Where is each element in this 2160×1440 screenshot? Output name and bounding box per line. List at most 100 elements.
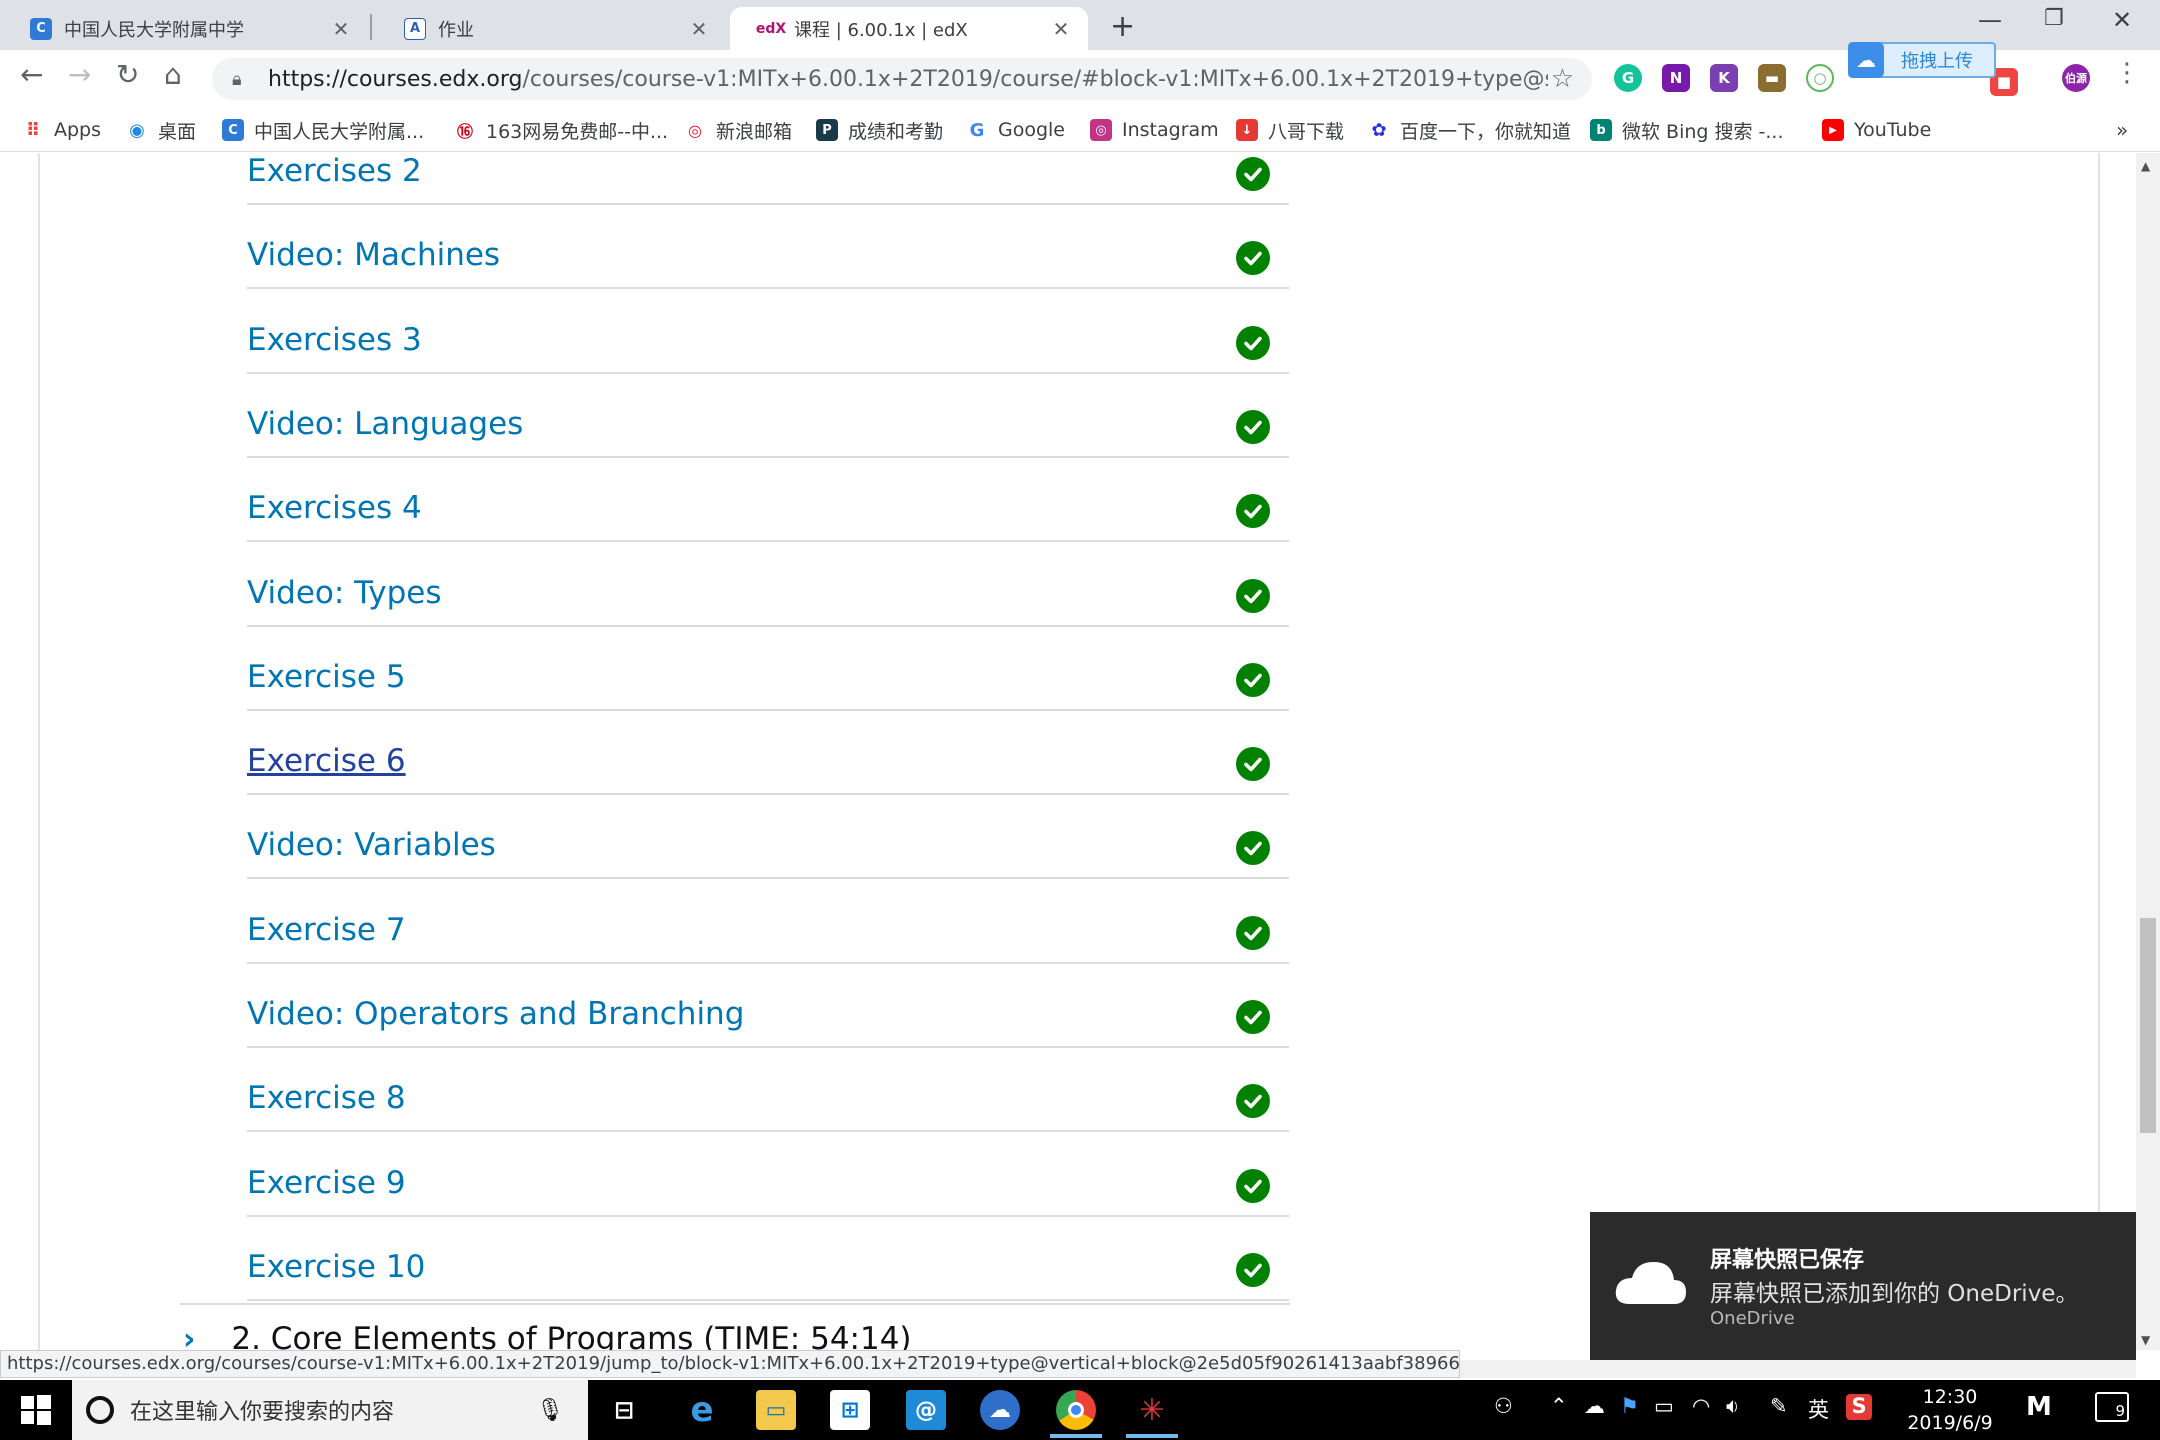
people-icon[interactable]: ⚇ [1494,1394,1513,1418]
edge-icon[interactable]: e [682,1390,722,1430]
bookmark-baidu[interactable]: ✿ 百度一下，你就知道 [1368,116,1571,144]
unit-link[interactable]: Exercises 4 [247,490,422,526]
sina-icon: ◎ [688,120,702,140]
bookmark-google[interactable]: G Google [966,116,1065,144]
clock[interactable]: 12:30 2019/6/9 [1890,1384,2010,1436]
task-view-icon[interactable]: ⊟ [604,1390,644,1430]
unit-row[interactable]: Exercises 3 [247,290,1289,374]
horizontal-scrollbar[interactable] [1460,1360,2136,1378]
address-bar[interactable]: 🔒︎ https://courses.edx.org/courses/cours… [212,58,1592,100]
unit-row[interactable]: Exercise 9 [247,1133,1289,1217]
unit-row[interactable]: Exercise 6 [247,711,1289,796]
unit-link[interactable]: Video: Languages [247,406,523,442]
restore-icon[interactable]: ❐ [2044,6,2064,31]
onedrive-notification[interactable]: 屏幕快照已保存 屏幕快照已添加到你的 OneDrive。 OneDrive [1590,1212,2136,1360]
cloud-app-icon[interactable]: ☁ [980,1390,1020,1430]
chevron-up-icon[interactable]: ⌃ [1550,1394,1568,1418]
file-explorer-icon[interactable]: ▭ [756,1390,796,1430]
minimize-icon[interactable]: — [1978,6,2002,34]
lime-extension-icon[interactable]: ○ [1806,64,1834,92]
grammarly-icon[interactable]: G [1614,64,1642,92]
unit-link[interactable]: Video: Operators and Branching [247,996,744,1032]
bookmark-desktop[interactable]: ◉ 桌面 [126,116,196,144]
unit-row[interactable]: Exercises 2 [247,153,1289,205]
chrome-icon[interactable] [1056,1390,1096,1430]
volume-icon[interactable]: 🔉︎ [1726,1394,1739,1419]
ime-indicator[interactable]: 英 [1808,1394,1829,1424]
unit-link[interactable]: Exercise 6 [247,743,406,779]
close-tab-icon[interactable]: ✕ [328,17,354,41]
profile-avatar[interactable]: 伯源 [2062,64,2090,92]
onenote-icon[interactable]: N [1662,64,1690,92]
windows-start-icon[interactable] [20,1394,52,1426]
unit-link[interactable]: Video: Machines [247,237,500,273]
spider-web-icon[interactable]: ✳ [1132,1390,1172,1430]
menu-dots-icon[interactable]: ⋮ [2114,58,2140,88]
bookmark-163[interactable]: ⑯ 163网易免费邮--中... [454,116,668,144]
completed-check-icon [1236,578,1270,613]
section-heading[interactable]: › 2. Core Elements of Programs (TIME: 54… [183,1321,912,1350]
unit-link[interactable]: Exercise 8 [247,1080,406,1116]
clock-time: 12:30 [1922,1386,1978,1408]
bookmark-apps[interactable]: ⠿ Apps [22,116,101,144]
home-icon[interactable]: ⌂ [164,58,182,91]
unit-row[interactable]: Exercises 4 [247,458,1289,543]
close-window-icon[interactable]: ✕ [2112,6,2132,34]
microphone-icon[interactable]: 🎙︎ [536,1398,564,1423]
bookmark-bage[interactable]: ↓ 八哥下载 [1236,116,1344,144]
unit-link[interactable]: Exercises 3 [247,322,422,358]
more-bookmarks-icon[interactable]: » [2116,116,2128,144]
clock-date: 2019/6/9 [1907,1412,1993,1434]
unit-row[interactable]: Exercise 10 [247,1217,1289,1301]
bookmark-sina[interactable]: ◎ 新浪邮箱 [684,116,792,144]
vertical-scrollbar[interactable]: ▲ ▼ [2136,153,2160,1350]
tab-school[interactable]: C 中国人民大学附属中学 ✕ [0,7,368,50]
wifi-icon[interactable]: ◠ [1692,1394,1710,1418]
unit-link[interactable]: Exercise 7 [247,912,406,948]
unit-row[interactable]: Exercise 8 [247,1048,1289,1133]
unit-row[interactable]: Video: Languages [247,374,1289,458]
unit-link[interactable]: Exercise 5 [247,659,406,695]
forward-icon[interactable]: → [68,58,91,91]
kami-icon[interactable]: K [1710,64,1738,92]
mi-logo-icon[interactable]: M [2026,1392,2052,1422]
reload-icon[interactable]: ↻ [116,58,139,91]
battery-icon[interactable]: ▭ [1654,1394,1674,1418]
unit-link[interactable]: Video: Variables [247,827,496,863]
new-tab-button[interactable]: + [1110,9,1135,44]
close-tab-icon[interactable]: ✕ [1048,17,1074,41]
security-icon[interactable]: ⚑ [1620,1394,1639,1418]
pen-icon[interactable]: ✎ [1770,1394,1788,1418]
tab-edx[interactable]: edX 课程 | 6.00.1x | edX ✕ [730,7,1088,50]
scroll-up-icon[interactable]: ▲ [2141,159,2150,173]
tab-assignment[interactable]: A 作业 ✕ [374,7,726,50]
onedrive-icon[interactable]: ☁ [1584,1394,1605,1418]
bookmark-bing[interactable]: b 微软 Bing 搜索 -... [1590,116,1784,144]
unit-row[interactable]: Exercise 7 [247,880,1289,964]
bookmark-star-icon[interactable]: ☆ [1551,64,1574,94]
bookmark-instagram[interactable]: ◎ Instagram [1090,116,1219,144]
sogou-ime-icon[interactable]: S [1846,1394,1872,1420]
extension-icon[interactable]: ▬ [1758,64,1786,92]
drag-upload-widget[interactable]: ☁ 拖拽上传 [1848,42,1996,78]
action-center-icon[interactable]: 9 [2095,1392,2129,1422]
unit-link[interactable]: Exercise 9 [247,1165,406,1201]
scroll-down-icon[interactable]: ▼ [2141,1333,2150,1347]
unit-link[interactable]: Exercises 2 [247,153,422,189]
bookmark-youtube[interactable]: ▶ YouTube [1822,116,1931,144]
mail-app-icon[interactable]: @ [906,1390,946,1430]
back-icon[interactable]: ← [20,58,43,91]
unit-row[interactable]: Video: Variables [247,795,1289,880]
unit-row[interactable]: Exercise 5 [247,627,1289,711]
unit-link[interactable]: Exercise 10 [247,1249,425,1285]
unit-row[interactable]: Video: Machines [247,205,1289,290]
scrollbar-thumb[interactable] [2140,918,2156,1133]
store-icon[interactable]: ⊞ [830,1390,870,1430]
unit-row[interactable]: Video: Operators and Branching [247,964,1289,1048]
close-tab-icon[interactable]: ✕ [686,17,712,41]
taskbar-search[interactable]: 在这里输入你要搜索的内容 🎙︎ [72,1380,588,1440]
unit-link[interactable]: Video: Types [247,575,442,611]
unit-row[interactable]: Video: Types [247,543,1289,627]
bookmark-school[interactable]: C 中国人民大学附属... [222,116,424,144]
bookmark-grades[interactable]: P 成绩和考勤 [816,116,943,144]
